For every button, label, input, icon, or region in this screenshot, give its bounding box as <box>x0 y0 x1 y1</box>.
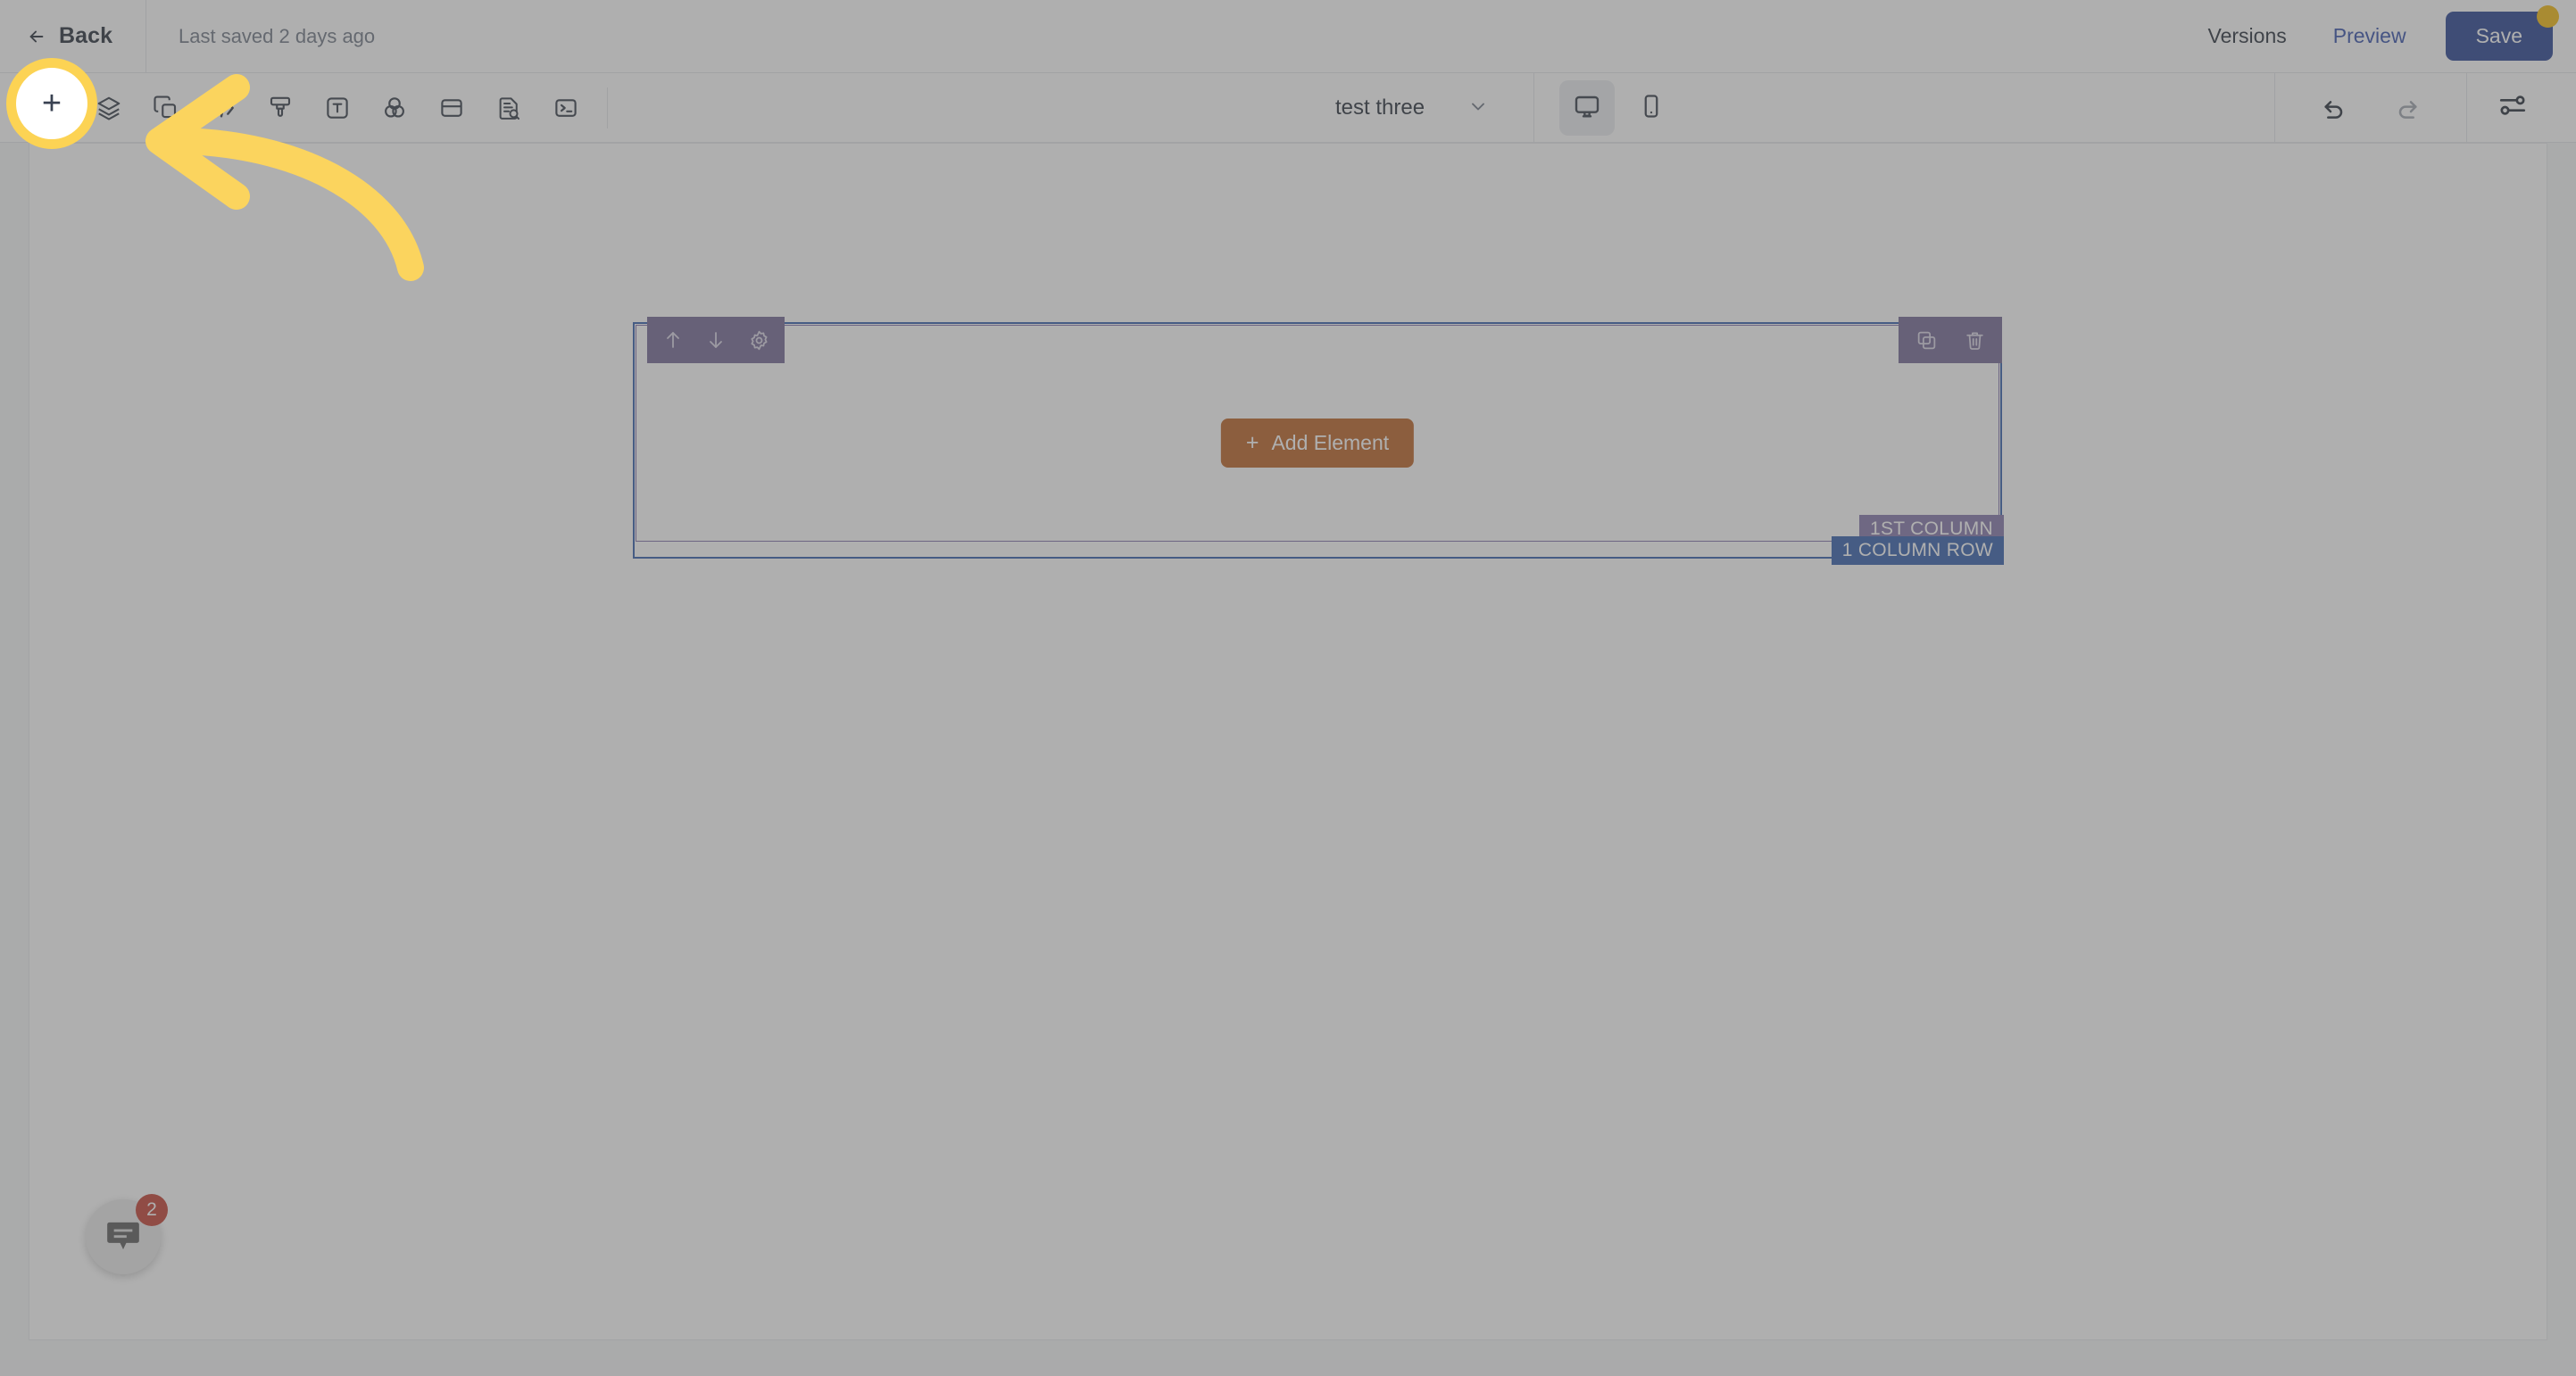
last-saved-text: Last saved 2 days ago <box>179 24 376 47</box>
container-icon[interactable] <box>423 79 480 137</box>
text-icon[interactable] <box>309 79 366 137</box>
page-sheet[interactable]: + Add Element 1ST COLUMN 1 COLUMN ROW 2 <box>29 143 2547 1340</box>
app-root: Back Last saved 2 days ago Versions Prev… <box>0 0 2576 1376</box>
mobile-view-button[interactable] <box>1624 80 1679 136</box>
arrow-left-icon <box>27 27 46 46</box>
copy-icon[interactable] <box>137 79 195 137</box>
chat-bubble-icon <box>103 1214 144 1260</box>
toolbar-center: test three <box>1310 73 1679 143</box>
move-down-icon[interactable] <box>697 321 735 359</box>
duplicate-icon[interactable] <box>1907 321 1945 359</box>
plus-icon: + <box>1245 430 1259 455</box>
unsaved-changes-dot <box>2537 5 2559 28</box>
desktop-view-button[interactable] <box>1559 80 1616 136</box>
desktop-icon <box>1573 92 1601 125</box>
editor-canvas[interactable]: + Add Element 1ST COLUMN 1 COLUMN ROW 2 <box>0 143 2576 1376</box>
editor-toolbar: test three <box>0 72 2576 143</box>
terminal-icon[interactable] <box>537 79 594 137</box>
brush-icon[interactable] <box>252 79 309 137</box>
add-icon[interactable] <box>23 79 80 137</box>
layers-icon[interactable] <box>80 79 137 137</box>
page-selector[interactable]: test three <box>1310 95 1514 121</box>
chat-unread-badge: 2 <box>136 1194 168 1226</box>
sliders-icon <box>2497 90 2528 125</box>
settings-gear-icon[interactable] <box>740 321 777 359</box>
header-actions: Versions Preview Save <box>2185 5 2576 61</box>
chat-widget[interactable]: 2 <box>86 1194 168 1274</box>
toolbar-left-tools <box>0 73 620 143</box>
toolbar-divider <box>607 87 608 128</box>
viewport-toggle-group <box>1533 73 1679 143</box>
back-button[interactable]: Back <box>0 0 146 73</box>
versions-button[interactable]: Versions <box>2185 24 2310 48</box>
seo-icon[interactable] <box>480 79 537 137</box>
add-element-button[interactable]: + Add Element <box>1220 419 1415 468</box>
block-toolbar-left <box>647 317 785 363</box>
delete-icon[interactable] <box>1956 321 1993 359</box>
row-label-badge: 1 COLUMN ROW <box>1831 536 2004 565</box>
color-icon[interactable] <box>366 79 423 137</box>
save-button-wrap: Save <box>2445 5 2559 61</box>
block-toolbar-right <box>1899 317 2002 363</box>
code-icon[interactable] <box>195 79 252 137</box>
editor-settings-button[interactable] <box>2467 73 2558 143</box>
undo-icon[interactable] <box>2306 79 2363 137</box>
selected-row-block[interactable]: + Add Element 1ST COLUMN 1 COLUMN ROW <box>633 317 2004 565</box>
chevron-down-icon <box>1467 95 1489 121</box>
page-selector-label: test three <box>1335 95 1425 120</box>
toolbar-right-tools <box>2274 72 2576 143</box>
undo-redo-group <box>2274 72 2467 143</box>
header-bar: Back Last saved 2 days ago Versions Prev… <box>0 0 2576 73</box>
preview-button[interactable]: Preview <box>2310 24 2430 48</box>
mobile-icon <box>1638 93 1665 124</box>
add-element-label: Add Element <box>1271 431 1390 454</box>
back-button-label: Back <box>59 23 113 48</box>
redo-icon[interactable] <box>2379 79 2436 137</box>
move-up-icon[interactable] <box>654 321 692 359</box>
